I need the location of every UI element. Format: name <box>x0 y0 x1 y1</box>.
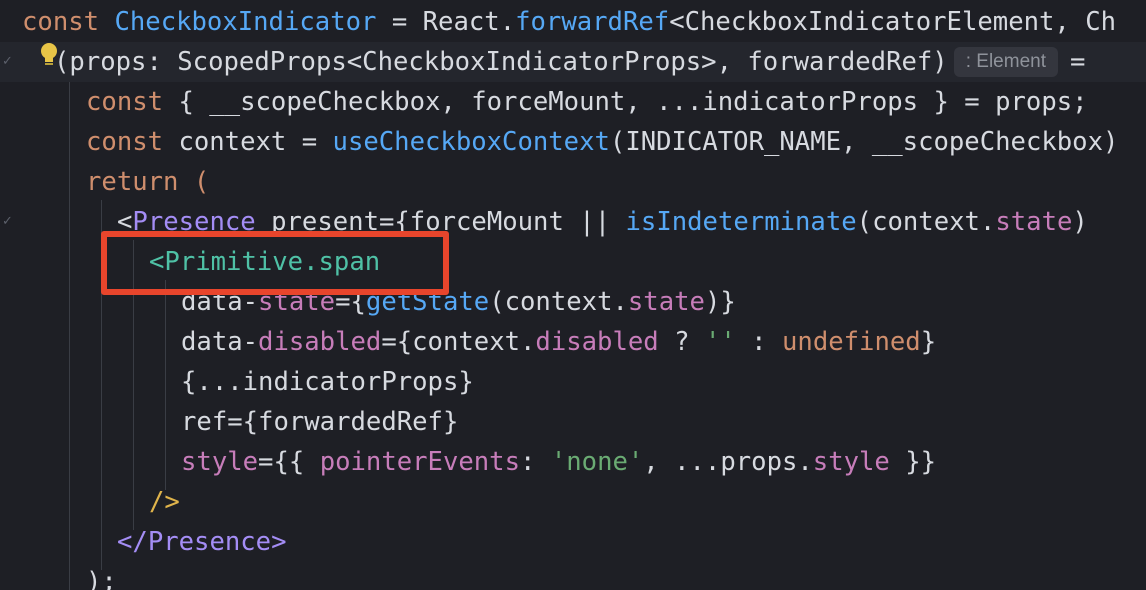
code-line-2[interactable]: ✓ (props: ScopedProps<CheckboxIndicatorP… <box>0 42 1146 82</box>
code-text: <Primitive.span <box>149 247 381 277</box>
code-text: return ( <box>86 167 210 197</box>
code-text: data-state={getState(context.state)} <box>181 287 736 317</box>
code-text: </Presence> <box>117 527 287 557</box>
code-text: ref={forwardedRef} <box>181 407 459 437</box>
code-text: const CheckboxIndicator = React.forwardR… <box>22 7 1117 37</box>
fold-icon[interactable]: ✓ <box>2 42 13 82</box>
code-line-5[interactable]: return ( <box>0 162 1146 202</box>
code-line-15[interactable]: ); <box>0 562 1146 590</box>
code-line-11[interactable]: ref={forwardedRef} <box>0 402 1146 442</box>
code-line-3[interactable]: ✓ const { __scopeCheckbox, forceMount, .… <box>0 82 1146 122</box>
code-line-7[interactable]: <Primitive.span <box>0 242 1146 282</box>
code-text: (props: ScopedProps<CheckboxIndicatorPro… <box>54 47 948 77</box>
code-line-6[interactable]: ✓ <Presence present={forceMount || isInd… <box>0 202 1146 242</box>
code-text: <Presence present={forceMount || isIndet… <box>117 207 1088 237</box>
code-line-1[interactable]: const CheckboxIndicator = React.forwardR… <box>0 2 1146 42</box>
code-text: const context = useCheckboxContext(INDIC… <box>86 127 1119 157</box>
code-editor[interactable]: const CheckboxIndicator = React.forwardR… <box>0 0 1146 590</box>
code-text: const { __scopeCheckbox, forceMount, ...… <box>86 87 1088 117</box>
code-line-9[interactable]: data-disabled={context.disabled ? '' : u… <box>0 322 1146 362</box>
code-line-8[interactable]: data-state={getState(context.state)} <box>0 282 1146 322</box>
code-text: {...indicatorProps} <box>181 367 474 397</box>
code-text: style={{ pointerEvents: 'none', ...props… <box>181 447 937 477</box>
lightbulb-icon[interactable] <box>38 42 60 68</box>
fold-icon[interactable]: ✓ <box>2 202 13 242</box>
code-text: ); <box>86 567 117 590</box>
code-text: data-disabled={context.disabled ? '' : u… <box>181 327 937 357</box>
code-line-12[interactable]: style={{ pointerEvents: 'none', ...props… <box>0 442 1146 482</box>
inlay-hint: : Element <box>953 47 1058 77</box>
code-line-13[interactable]: /> <box>0 482 1146 522</box>
code-line-4[interactable]: const context = useCheckboxContext(INDIC… <box>0 122 1146 162</box>
code-text: /> <box>149 487 180 517</box>
code-line-10[interactable]: {...indicatorProps} <box>0 362 1146 402</box>
code-line-14[interactable]: </Presence> <box>0 522 1146 562</box>
